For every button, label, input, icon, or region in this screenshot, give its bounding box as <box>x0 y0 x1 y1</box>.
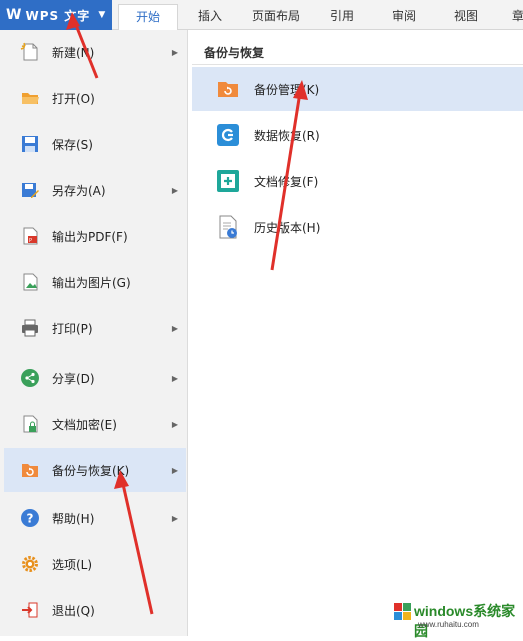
pdf-icon: P <box>23 227 38 245</box>
menu-item-share[interactable]: 分享(D) ▶ <box>4 356 186 400</box>
menu-item-label: 输出为图片(G) <box>52 275 131 290</box>
menu-item-help[interactable]: ? 帮助(H) ▶ <box>4 496 186 540</box>
tab-page-layout[interactable]: 页面布局 <box>246 4 306 30</box>
submenu-item-label: 数据恢复(R) <box>254 128 320 143</box>
menu-item-label: 文档加密(E) <box>52 417 117 432</box>
lock-document-icon <box>23 415 38 433</box>
submenu-item-label: 备份管理(K) <box>254 82 320 97</box>
tab-start[interactable]: 开始 <box>118 4 178 30</box>
file-menu: 新建(N) ▶ 打开(O) 保存(S) 另存为(A) ▶ P 输出为PDF(F)… <box>0 30 188 636</box>
menu-item-label: 另存为(A) <box>52 183 106 198</box>
menu-item-encrypt[interactable]: 文档加密(E) ▶ <box>4 402 186 446</box>
menu-item-save-as[interactable]: 另存为(A) ▶ <box>4 168 186 212</box>
history-version-icon <box>219 215 237 239</box>
menu-item-open[interactable]: 打开(O) <box>4 76 186 120</box>
tab-review[interactable]: 审阅 <box>384 4 424 30</box>
chevron-right-icon: ▶ <box>171 373 178 383</box>
submenu-item-data-recovery[interactable]: 数据恢复(R) <box>192 113 523 157</box>
gear-icon <box>22 556 38 572</box>
menu-item-label: 打开(O) <box>52 91 95 106</box>
chevron-right-icon: ▶ <box>171 513 178 523</box>
tab-insert[interactable]: 插入 <box>190 4 230 30</box>
menu-item-label: 输出为PDF(F) <box>52 229 128 244</box>
chevron-right-icon: ▶ <box>171 47 178 57</box>
menu-item-export-image[interactable]: 输出为图片(G) <box>4 260 186 304</box>
menu-item-save[interactable]: 保存(S) <box>4 122 186 166</box>
new-document-icon <box>20 42 38 61</box>
share-icon <box>21 369 39 387</box>
submenu-title: 备份与恢复 <box>204 46 265 60</box>
app-title: WPS 文字 <box>25 8 91 23</box>
chevron-right-icon: ▶ <box>171 185 178 195</box>
submenu-item-backup-management[interactable]: 备份管理(K) <box>192 67 523 111</box>
menu-item-new[interactable]: 新建(N) ▶ <box>4 30 186 74</box>
submenu-item-document-repair[interactable]: 文档修复(F) <box>192 159 523 203</box>
menu-item-print[interactable]: 打印(P) ▶ <box>4 306 186 350</box>
menu-item-export-pdf[interactable]: P 输出为PDF(F) <box>4 214 186 258</box>
image-export-icon <box>23 273 38 291</box>
chevron-right-icon: ▶ <box>171 419 178 429</box>
printer-icon <box>22 319 38 337</box>
menu-item-exit[interactable]: 退出(Q) <box>4 588 186 632</box>
menu-item-options[interactable]: 选项(L) <box>4 542 186 586</box>
menu-item-label: 选项(L) <box>52 557 93 572</box>
menu-item-label: 备份与恢复(K) <box>52 463 130 478</box>
windows-logo-icon <box>394 603 411 620</box>
submenu-item-label: 历史版本(H) <box>254 220 321 235</box>
backup-folder-icon <box>218 82 238 97</box>
menu-item-label: 保存(S) <box>52 137 93 152</box>
svg-text:?: ? <box>27 512 34 526</box>
ribbon-tab-bar: W WPS 文字 ▼ 开始 插入 页面布局 引用 审阅 视图 章 <box>0 0 523 30</box>
app-menu-button[interactable]: W WPS 文字 ▼ <box>0 0 112 30</box>
divider <box>192 64 523 65</box>
watermark: windows系统家园 www.ruhaitu.com <box>392 600 520 639</box>
menu-item-label: 打印(P) <box>52 321 93 336</box>
save-icon <box>22 136 38 152</box>
tab-references[interactable]: 引用 <box>322 4 362 30</box>
watermark-url: www.ruhaitu.com <box>418 620 479 629</box>
data-recovery-icon <box>217 124 239 146</box>
submenu-item-label: 文档修复(F) <box>254 174 319 189</box>
menu-item-backup-restore[interactable]: 备份与恢复(K) ▶ <box>4 448 186 492</box>
save-as-icon <box>22 183 39 198</box>
tab-view[interactable]: 视图 <box>446 4 486 30</box>
menu-item-label: 退出(Q) <box>52 603 95 618</box>
menu-item-label: 新建(N) <box>52 45 95 60</box>
submenu-item-history-version[interactable]: 历史版本(H) <box>192 205 523 249</box>
menu-item-label: 帮助(H) <box>52 511 95 526</box>
chevron-down-icon: ▼ <box>98 10 106 20</box>
menu-item-label: 分享(D) <box>52 371 95 386</box>
svg-text:P: P <box>29 238 32 244</box>
backup-restore-icon <box>22 464 38 477</box>
chevron-right-icon: ▶ <box>171 465 178 475</box>
wps-logo-icon: W <box>6 7 22 23</box>
folder-open-icon <box>22 93 39 104</box>
help-icon: ? <box>21 509 39 527</box>
chevron-right-icon: ▶ <box>171 323 178 333</box>
exit-icon <box>22 602 38 618</box>
document-repair-icon <box>217 170 239 192</box>
tab-section[interactable]: 章 <box>508 4 523 30</box>
